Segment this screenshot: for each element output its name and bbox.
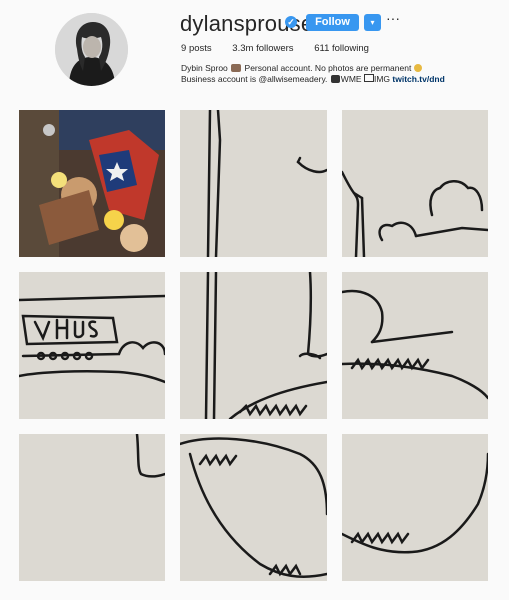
drawing-image <box>135 434 165 478</box>
post-tile[interactable] <box>180 110 327 257</box>
bio-text-2: Business account is @allwisemeadery. <box>181 74 328 84</box>
emoji-icons <box>413 64 422 72</box>
post-tile[interactable] <box>19 272 165 419</box>
drawing-image <box>206 110 327 257</box>
full-name: Dybin Sproo <box>181 63 228 73</box>
verified-badge-icon: ✓ <box>285 16 297 28</box>
post-tile[interactable] <box>342 272 488 419</box>
drawing-image <box>342 452 488 554</box>
drawing-image <box>19 294 165 384</box>
more-options-icon[interactable]: ··· <box>386 10 400 26</box>
drawing-image <box>342 170 488 257</box>
post-tile[interactable] <box>180 434 327 581</box>
post-tile[interactable] <box>19 434 165 581</box>
post-tile[interactable] <box>342 110 488 257</box>
mail-icon <box>363 74 374 82</box>
following-count: 611 <box>314 43 330 54</box>
drawing-image <box>342 289 488 400</box>
chevron-down-icon[interactable]: ▾ <box>364 14 381 31</box>
post-tile[interactable] <box>180 272 327 419</box>
post-tile[interactable] <box>19 110 165 257</box>
posts-stat: 9 posts <box>181 43 212 54</box>
profile-bio: Dybin Sproo Personal account. No photos … <box>181 63 445 85</box>
following-label: following <box>332 43 369 54</box>
bio-img: IMG <box>373 74 391 84</box>
man-emoji-icon <box>231 64 242 72</box>
posts-count: 9 <box>181 43 187 54</box>
bio-wme: WME <box>340 74 362 84</box>
bio-line-1: Dybin Sproo Personal account. No photos … <box>181 63 445 74</box>
followers-count: 3.3m <box>232 43 254 54</box>
follow-button[interactable]: Follow <box>306 14 359 31</box>
drawing-image <box>180 437 327 578</box>
followers-stat[interactable]: 3.3m followers <box>232 43 293 54</box>
profile-photo <box>55 13 128 86</box>
bio-line-2: Business account is @allwisemeadery. WME… <box>181 74 445 85</box>
drawing-image <box>204 272 327 419</box>
profile-stats: 9 posts 3.3m followers 611 following <box>181 43 387 54</box>
comic-art-image <box>19 110 165 257</box>
bio-text-1: Personal account. No photos are permanen… <box>244 63 412 73</box>
posts-label: posts <box>188 43 212 54</box>
followers-label: followers <box>256 43 294 54</box>
website-link[interactable]: twitch.tv/dnd <box>392 74 444 84</box>
post-tile[interactable] <box>342 434 488 581</box>
avatar[interactable] <box>55 13 128 86</box>
camera-icon <box>330 75 340 83</box>
following-stat[interactable]: 611 following <box>314 43 369 54</box>
